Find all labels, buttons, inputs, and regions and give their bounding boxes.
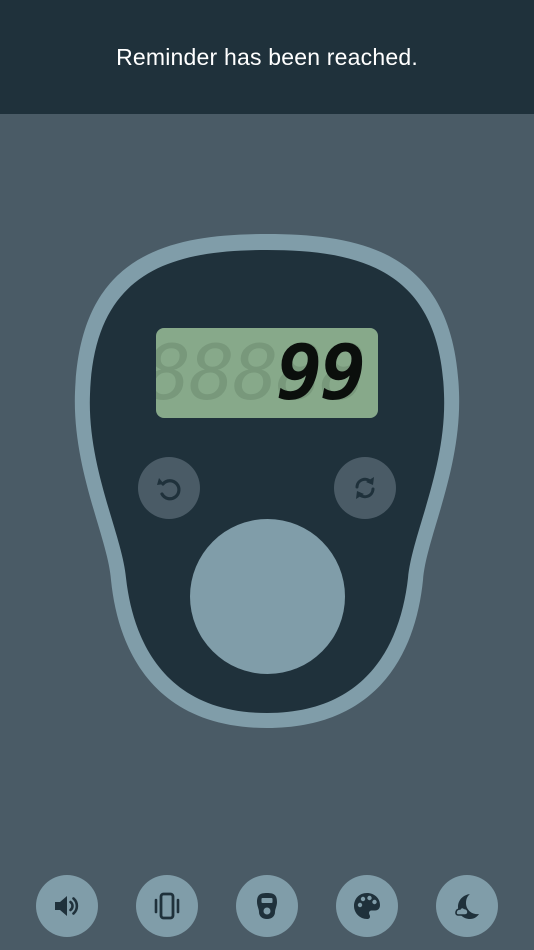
undo-icon [157,478,181,501]
tally-counter-device [74,234,460,728]
vibrate-icon [154,892,180,920]
speaker-icon [55,896,79,916]
counter-display: 888888 99 [156,328,378,418]
counter-value: 99 [276,328,366,417]
bottom-toolbar [0,875,534,937]
vibrate-button[interactable] [136,875,198,937]
reset-button[interactable] [334,457,396,519]
counter-device-icon [257,893,277,919]
counter-style-button[interactable] [236,875,298,937]
tap-button[interactable] [190,519,345,674]
palette-icon [354,893,380,919]
sound-button[interactable] [36,875,98,937]
moon-icon [455,894,479,919]
theme-color-button[interactable] [336,875,398,937]
reset-icon [355,477,375,499]
night-mode-button[interactable] [436,875,498,937]
undo-button[interactable] [138,457,200,519]
